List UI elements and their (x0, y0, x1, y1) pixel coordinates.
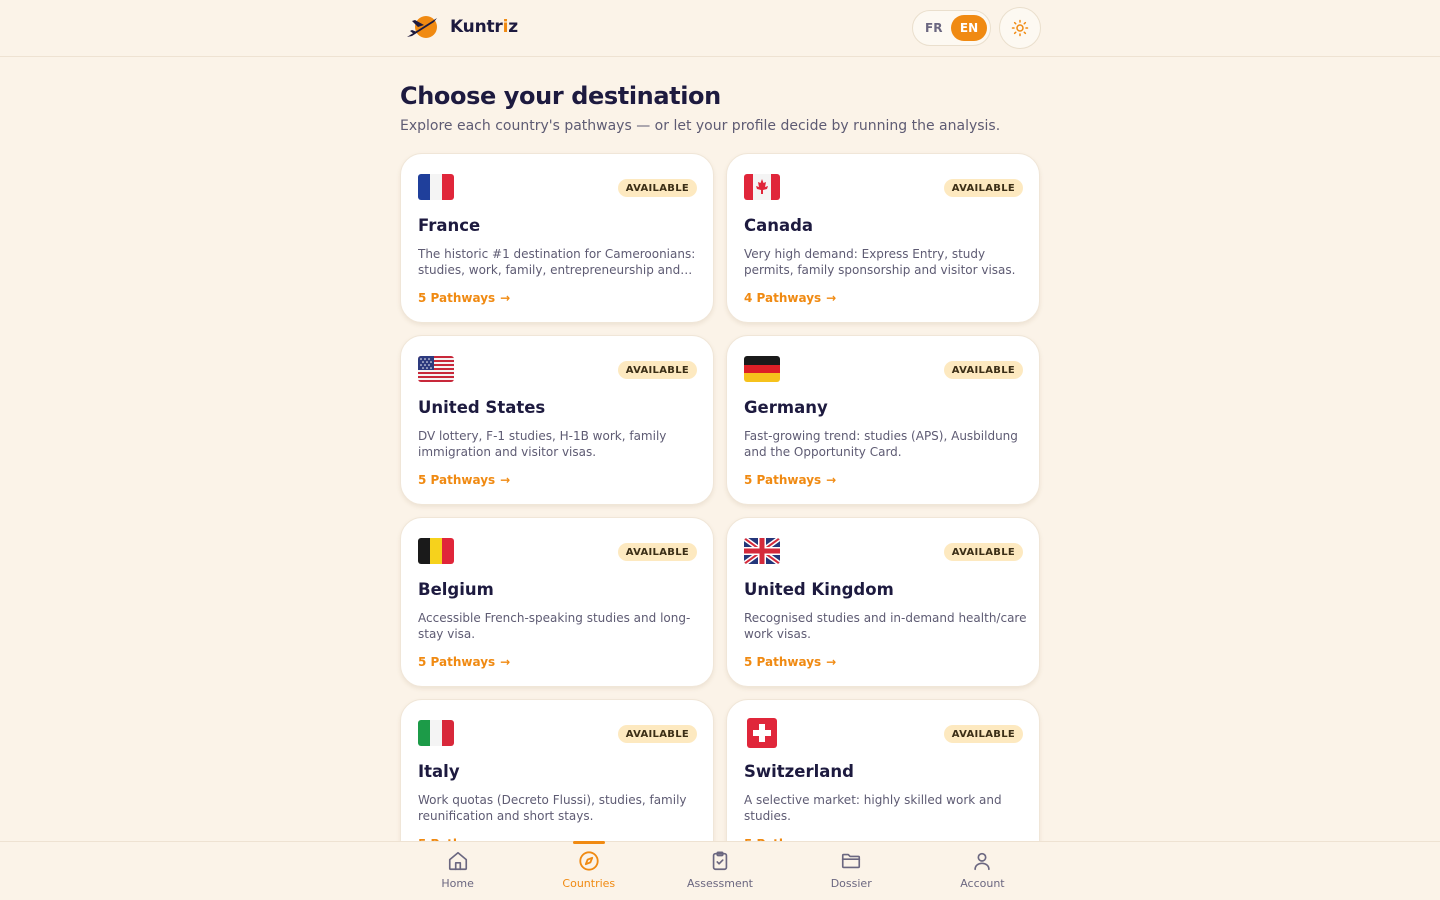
country-card-france[interactable]: AVAILABLE France The historic #1 destina… (400, 153, 714, 323)
flag-france-icon (418, 174, 454, 200)
pathways-link[interactable]: 5 Pathways→ (744, 473, 836, 487)
country-description: Very high demand: Express Entry, study p… (744, 247, 1016, 277)
top-bar-inner: Kuntriz FR EN (400, 0, 1041, 57)
compass-icon (579, 851, 599, 871)
top-bar: Kuntriz FR EN (0, 0, 1440, 57)
nav-label: Account (960, 877, 1005, 890)
country-card-united-kingdom[interactable]: AVAILABLE United Kingdom Recognised stud… (726, 517, 1040, 687)
lang-en-option[interactable]: EN (951, 14, 987, 41)
status-badge: AVAILABLE (617, 361, 697, 379)
flag-switzerland-icon (747, 718, 777, 748)
status-badge: AVAILABLE (617, 725, 697, 743)
nav-label: Home (441, 877, 474, 890)
country-description: Recognised studies and in-demand health/… (744, 611, 1027, 641)
page-subtitle: Explore each country's pathways — or let… (400, 118, 1001, 134)
nav-label: Assessment (687, 877, 753, 890)
arrow-right-icon: → (500, 291, 511, 305)
top-actions: FR EN (912, 6, 1041, 49)
arrow-right-icon: → (500, 655, 511, 669)
pathways-link[interactable]: 5 Pathways→ (418, 655, 510, 669)
status-badge: AVAILABLE (943, 543, 1023, 561)
country-card-belgium[interactable]: AVAILABLE Belgium Accessible French-spea… (400, 517, 714, 687)
pathways-link[interactable]: 5 Pathways→ (418, 291, 510, 305)
nav-item-dossier[interactable]: Dossier (786, 842, 917, 900)
nav-items: Home Countries Assessment Dossier Accoun… (392, 841, 1048, 900)
country-name: Switzerland (744, 762, 854, 781)
status-badge: AVAILABLE (617, 543, 697, 561)
pathways-link[interactable]: 5 Pathways→ (418, 473, 510, 487)
brand-name: Kuntriz (450, 16, 518, 37)
nav-item-assessment[interactable]: Assessment (654, 842, 785, 900)
nav-label: Dossier (830, 877, 872, 890)
country-name: France (418, 216, 481, 235)
nav-label: Countries (562, 877, 616, 890)
country-grid: AVAILABLE France The historic #1 destina… (400, 153, 1040, 869)
brand[interactable]: Kuntriz (404, 12, 518, 42)
country-card-united-states[interactable]: AVAILABLE United States DV lottery, F-1 … (400, 335, 714, 505)
lang-fr-option[interactable]: FR (925, 21, 947, 35)
flag-usa-icon (418, 356, 454, 382)
nav-item-countries[interactable]: Countries (523, 841, 654, 900)
arrow-right-icon: → (826, 655, 837, 669)
country-card-canada[interactable]: AVAILABLE Canada Very high demand: Expre… (726, 153, 1040, 323)
language-toggle[interactable]: FR EN (912, 9, 991, 46)
pathways-link[interactable]: 4 Pathways → (744, 291, 836, 305)
sun-icon (1011, 19, 1029, 36)
country-name: Belgium (418, 580, 494, 599)
theme-toggle-button[interactable] (999, 6, 1041, 49)
status-badge: AVAILABLE (617, 179, 697, 197)
country-description: A selective market: highly skilled work … (744, 793, 1002, 823)
status-badge: AVAILABLE (943, 361, 1023, 379)
country-description: The historic #1 destination for Cameroon… (418, 247, 696, 277)
nav-item-home[interactable]: Home (392, 842, 523, 900)
flag-italy-icon (418, 720, 454, 746)
flag-uk-icon (744, 538, 780, 564)
user-icon (974, 852, 991, 871)
arrow-right-icon: → (500, 473, 511, 487)
flag-germany-icon (744, 356, 780, 382)
bottom-navigation: Home Countries Assessment Dossier Accoun… (0, 841, 1440, 900)
arrow-right-icon: → (826, 291, 837, 305)
page-title: Choose your destination (400, 82, 721, 110)
country-description: Work quotas (Decreto Flussi), studies, f… (418, 793, 687, 823)
country-description: Accessible French-speaking studies and l… (418, 611, 691, 641)
country-name: Canada (744, 216, 814, 235)
arrow-right-icon: → (826, 473, 837, 487)
country-description: Fast-growing trend: studies (APS), Ausbi… (744, 429, 1018, 459)
home-icon (448, 851, 467, 871)
active-indicator (572, 841, 605, 844)
country-card-germany[interactable]: AVAILABLE Germany Fast-growing trend: st… (726, 335, 1040, 505)
country-name: United Kingdom (744, 580, 894, 599)
status-badge: AVAILABLE (943, 725, 1023, 743)
country-name: United States (418, 398, 546, 417)
country-description: DV lottery, F-1 studies, H-1B work, fami… (418, 429, 667, 459)
nav-item-account[interactable]: Account (917, 842, 1048, 900)
country-name: Italy (418, 762, 460, 781)
flag-belgium-icon (418, 538, 454, 564)
clipboard-check-icon (712, 851, 728, 871)
plane-sun-logo (407, 15, 437, 38)
status-badge: AVAILABLE (943, 179, 1023, 197)
flag-canada-icon (744, 174, 780, 200)
folder-icon (842, 853, 861, 869)
country-name: Germany (744, 398, 828, 417)
pathways-link[interactable]: 5 Pathways→ (744, 655, 836, 669)
